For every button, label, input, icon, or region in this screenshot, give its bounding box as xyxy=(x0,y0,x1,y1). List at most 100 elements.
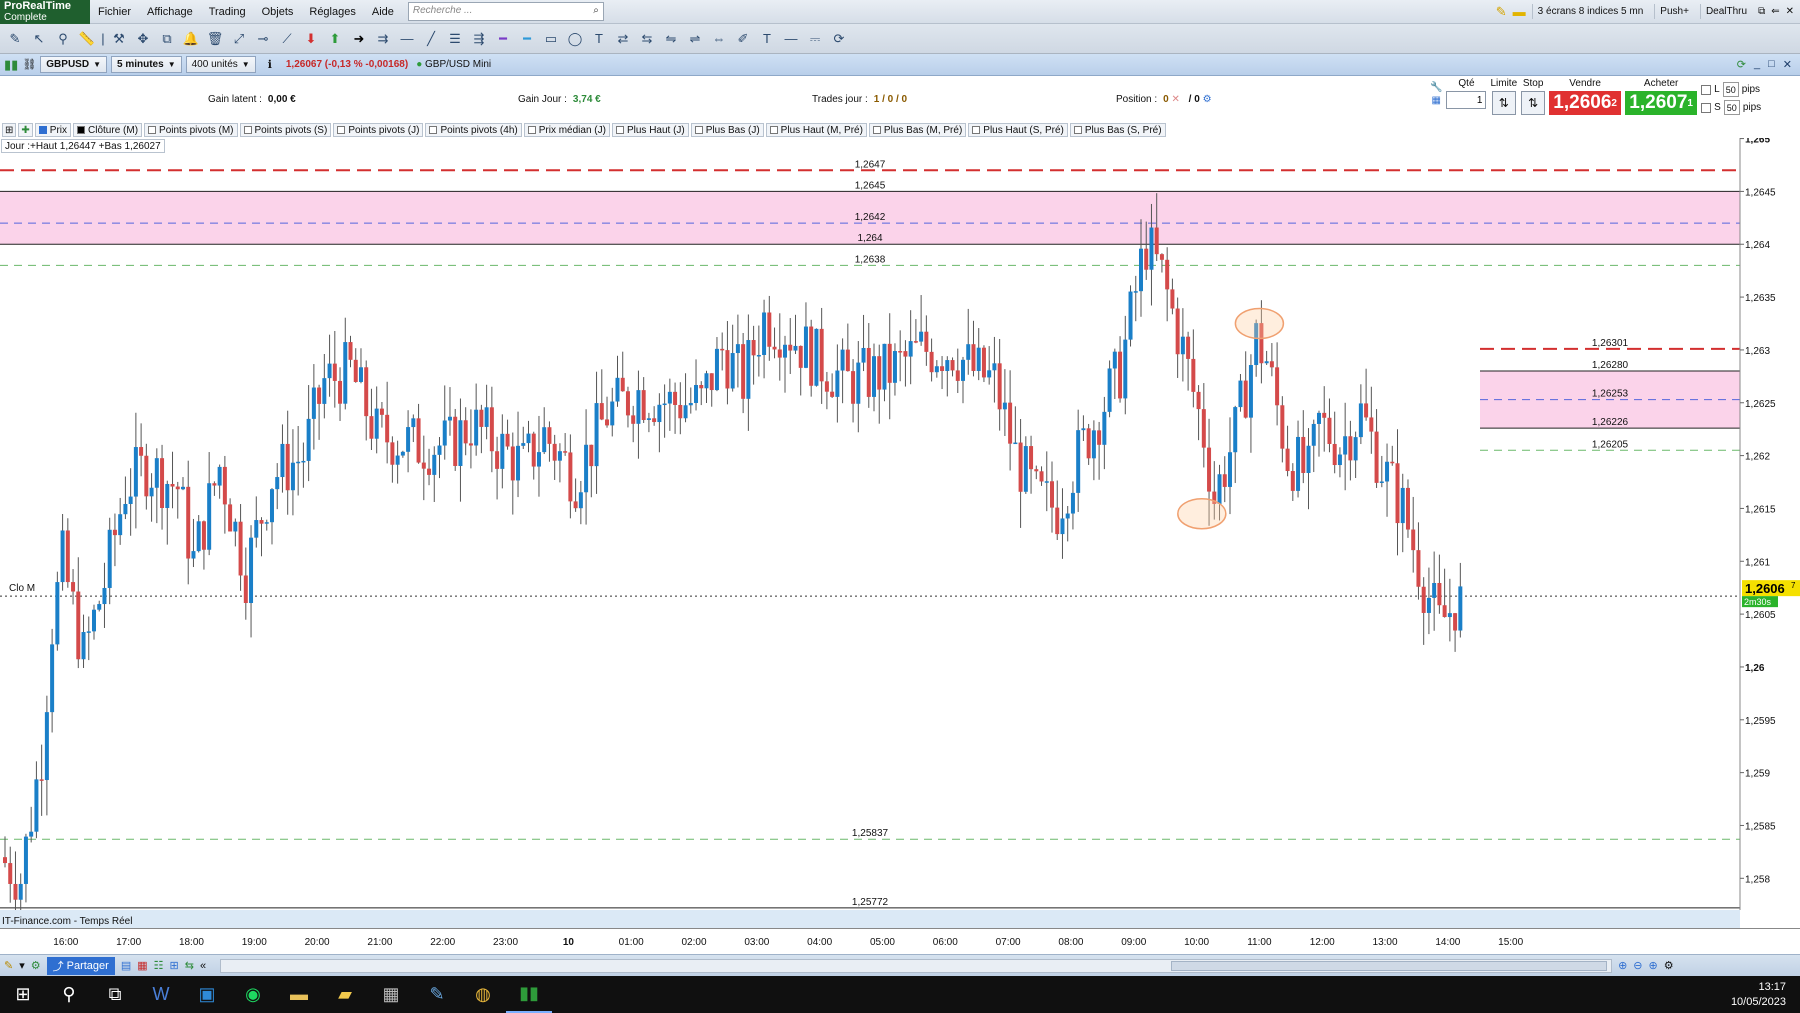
candle-body[interactable] xyxy=(725,350,730,389)
indicator-prix-median[interactable]: Prix médian (J) xyxy=(523,123,610,137)
candle-body[interactable] xyxy=(589,444,594,467)
candle-body[interactable] xyxy=(646,418,651,420)
candle-body[interactable] xyxy=(1118,351,1123,399)
candle-body[interactable] xyxy=(338,380,343,404)
candle-body[interactable] xyxy=(824,381,829,392)
layout-icon[interactable]: ⊞ xyxy=(170,959,179,972)
candle-body[interactable] xyxy=(180,486,185,490)
candle-body[interactable] xyxy=(1442,605,1447,618)
candle-body[interactable] xyxy=(678,404,683,419)
refresh-icon[interactable]: ⟳ xyxy=(828,28,850,50)
candle-body[interactable] xyxy=(186,486,191,559)
candle-body[interactable] xyxy=(636,390,641,424)
candle-body[interactable] xyxy=(557,451,562,461)
sell-button[interactable]: 1,2606 2 xyxy=(1549,91,1622,115)
candle-body[interactable] xyxy=(50,644,55,713)
candle-body[interactable] xyxy=(1285,448,1290,472)
menu-trading[interactable]: Trading xyxy=(201,6,254,18)
candle-body[interactable] xyxy=(118,514,123,536)
candle-body[interactable] xyxy=(851,371,856,404)
candle-body[interactable] xyxy=(196,521,201,552)
candle-body[interactable] xyxy=(830,391,835,397)
candle-body[interactable] xyxy=(1421,586,1426,613)
candle-body[interactable] xyxy=(1149,227,1154,270)
candle-body[interactable] xyxy=(877,356,882,390)
candle-body[interactable] xyxy=(845,349,850,372)
sell-arrow-icon[interactable]: ⬇ xyxy=(300,28,322,50)
candle-body[interactable] xyxy=(165,483,170,508)
candle-body[interactable] xyxy=(1186,336,1191,359)
trendline-icon[interactable]: ╱ xyxy=(420,28,442,50)
notification-icon[interactable]: ▬ xyxy=(1513,4,1526,19)
candle-body[interactable] xyxy=(458,420,463,466)
candle-body[interactable] xyxy=(201,521,206,550)
candle-body[interactable] xyxy=(1123,339,1128,399)
candle-body[interactable] xyxy=(390,442,395,465)
indicator-plus-haut-j[interactable]: Plus Haut (J) xyxy=(611,123,689,137)
candle-body[interactable] xyxy=(594,403,599,467)
position-settings-icon[interactable]: ⚙ xyxy=(1203,94,1212,105)
candle-body[interactable] xyxy=(751,340,756,356)
horizontal-line-icon[interactable]: — xyxy=(396,28,418,50)
candle-body[interactable] xyxy=(735,344,740,354)
candle-body[interactable] xyxy=(688,402,693,406)
candle-body[interactable] xyxy=(154,458,159,488)
candle-body[interactable] xyxy=(275,477,280,490)
candle-body[interactable] xyxy=(290,462,295,491)
candle-body[interactable] xyxy=(1055,507,1060,535)
candle-body[interactable] xyxy=(1395,463,1400,524)
word-app-icon[interactable]: W xyxy=(138,976,184,1013)
candle-body[interactable] xyxy=(280,443,285,478)
folder-app-icon[interactable]: ▬ xyxy=(276,976,322,1013)
candle-body[interactable] xyxy=(1097,430,1102,445)
calculator-app-icon[interactable]: ▦ xyxy=(368,976,414,1013)
candle-body[interactable] xyxy=(1264,361,1269,364)
candle-body[interactable] xyxy=(1196,391,1201,410)
candle-body[interactable] xyxy=(55,582,60,645)
candle-body[interactable] xyxy=(421,462,426,469)
candle-body[interactable] xyxy=(762,312,767,355)
rewind-icon[interactable]: « xyxy=(200,960,206,972)
push-button[interactable]: Push+ xyxy=(1654,4,1694,19)
candle-body[interactable] xyxy=(76,591,81,660)
candle-body[interactable] xyxy=(981,347,986,378)
app-blue-icon[interactable]: ▣ xyxy=(184,976,230,1013)
windows-start-icon[interactable]: ⊞ xyxy=(0,976,46,1013)
candle-body[interactable] xyxy=(1039,471,1044,482)
buy-arrow-icon[interactable]: ⬆ xyxy=(324,28,346,50)
candle-body[interactable] xyxy=(1458,586,1463,631)
candle-body[interactable] xyxy=(1243,380,1248,418)
stop-pips-checkbox[interactable] xyxy=(1701,102,1712,113)
candle-body[interactable] xyxy=(788,344,793,351)
highlight-ellipse[interactable] xyxy=(1177,497,1227,530)
cursor-icon[interactable]: ↖ xyxy=(28,28,50,50)
candle-body[interactable] xyxy=(18,883,23,900)
menu-aide[interactable]: Aide xyxy=(364,6,402,18)
candle-body[interactable] xyxy=(29,831,34,837)
candle-body[interactable] xyxy=(1437,582,1442,606)
candle-body[interactable] xyxy=(1227,452,1232,487)
search-input[interactable]: Recherche ... ⌕ xyxy=(407,2,604,21)
candle-body[interactable] xyxy=(358,367,363,382)
candle-body[interactable] xyxy=(730,353,735,389)
candle-body[interactable] xyxy=(961,359,966,381)
text-icon[interactable]: T xyxy=(588,28,610,50)
candle-body[interactable] xyxy=(139,447,144,456)
candle-body[interactable] xyxy=(385,414,390,443)
candle-body[interactable] xyxy=(500,433,505,469)
indicator-prix[interactable]: Prix xyxy=(34,123,72,137)
candle-body[interactable] xyxy=(662,403,667,406)
candle-body[interactable] xyxy=(934,366,939,373)
candle-body[interactable] xyxy=(8,863,13,884)
indicator-plus-haut-m[interactable]: Plus Haut (M, Pré) xyxy=(765,123,867,137)
candle-body[interactable] xyxy=(1076,430,1081,493)
chart-options-icon[interactable]: ⚙ xyxy=(1664,959,1674,972)
candle-body[interactable] xyxy=(1280,405,1285,449)
candle-body[interactable] xyxy=(1248,365,1253,418)
candle-body[interactable] xyxy=(620,377,625,392)
candle-body[interactable] xyxy=(228,504,233,532)
candle-body[interactable] xyxy=(468,443,473,446)
candle-body[interactable] xyxy=(652,418,657,423)
candle-body[interactable] xyxy=(699,384,704,389)
candle-body[interactable] xyxy=(657,404,662,423)
